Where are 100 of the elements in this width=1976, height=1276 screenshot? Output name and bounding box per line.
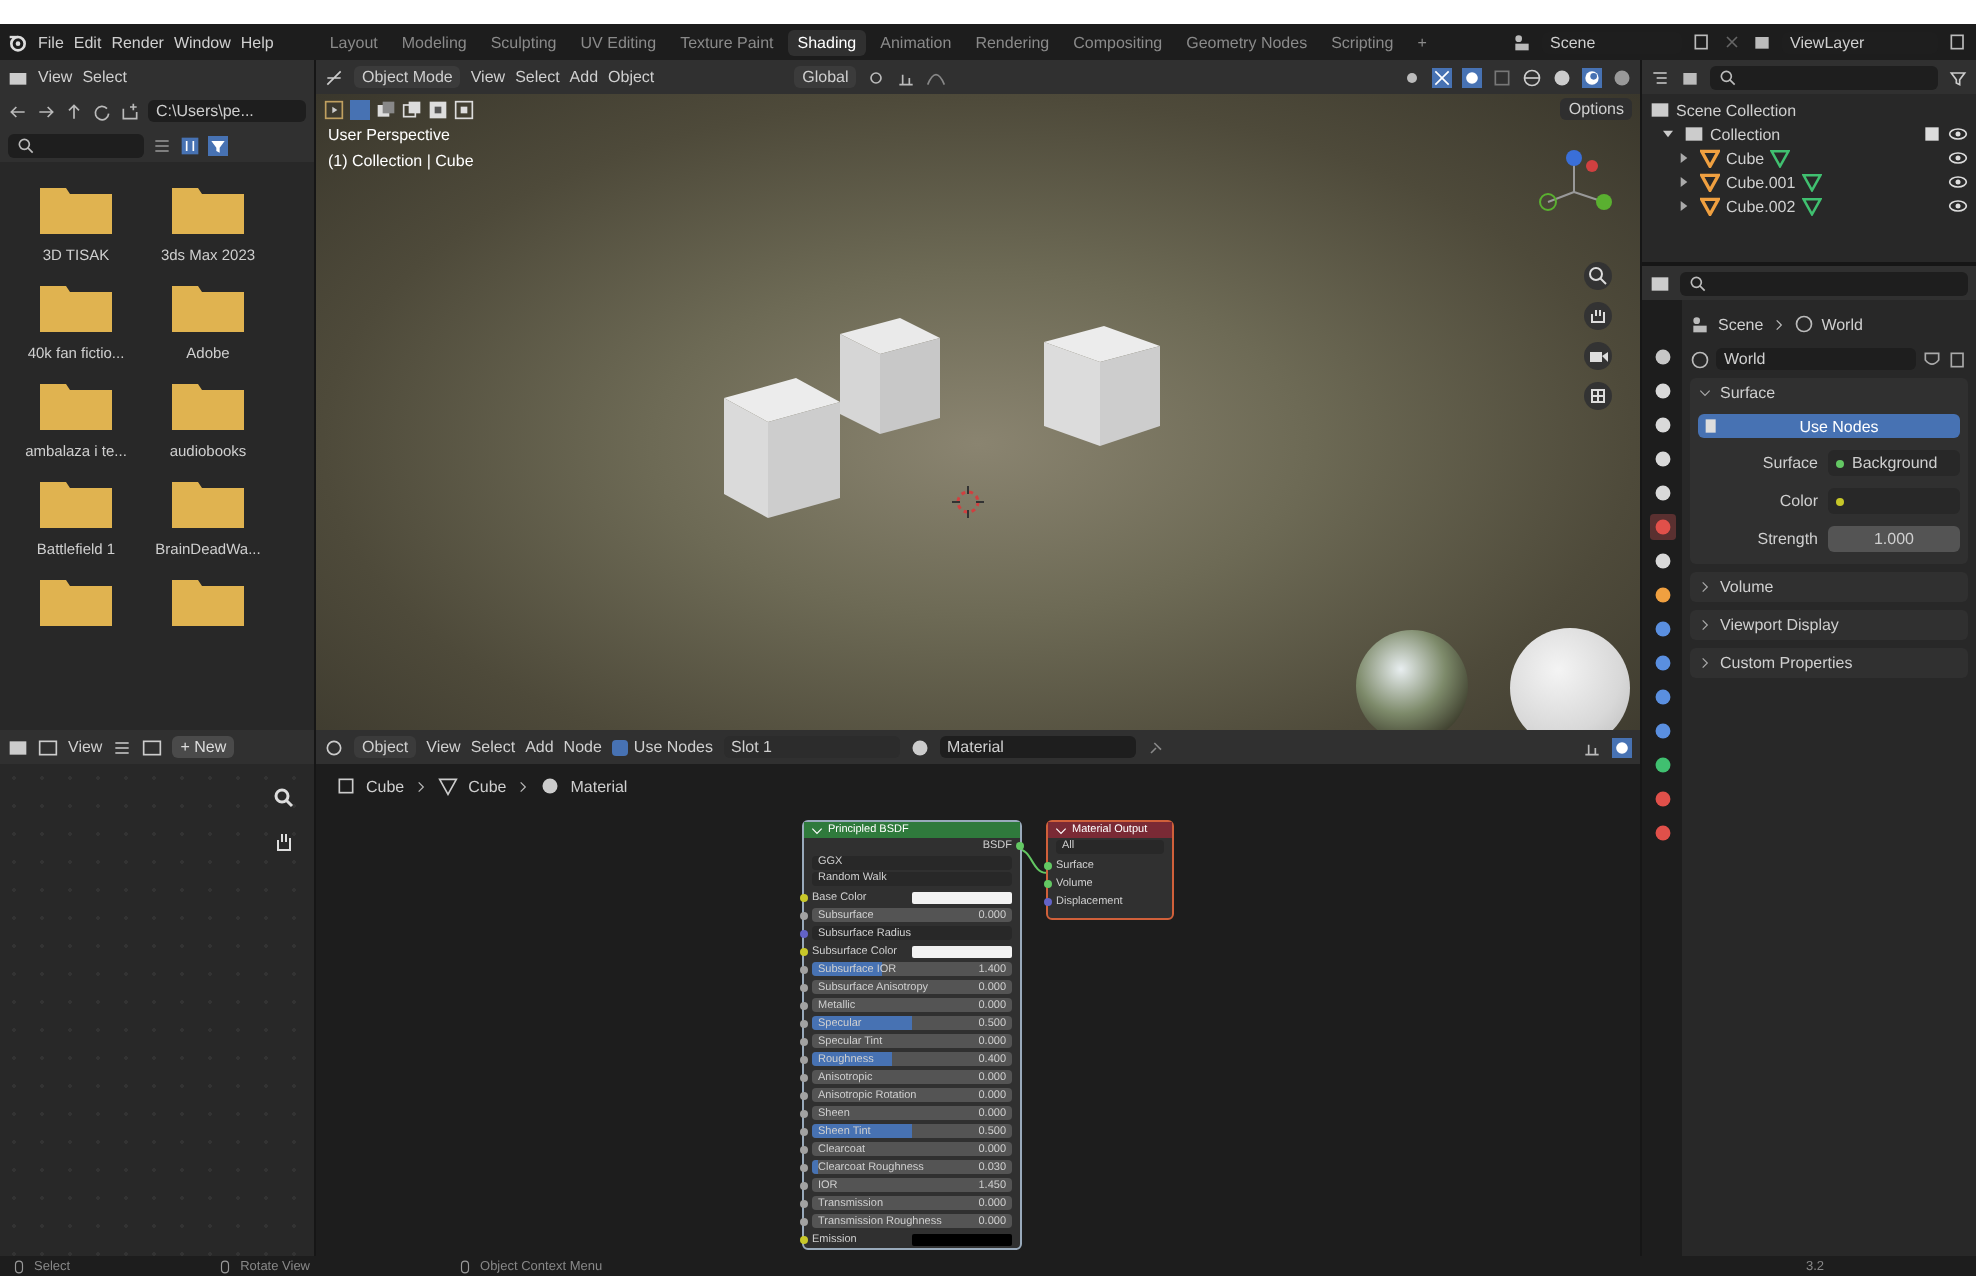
select-extend-icon[interactable] (376, 99, 396, 119)
socket[interactable] (800, 1181, 808, 1189)
socket[interactable] (800, 947, 808, 955)
hand-icon[interactable] (1584, 302, 1612, 330)
folder-icon[interactable] (40, 280, 112, 332)
folder-icon[interactable] (172, 574, 244, 626)
toolbar-toggle-icon[interactable] (324, 99, 344, 119)
list-view-icon[interactable] (152, 135, 172, 155)
menu-item[interactable]: View (38, 68, 73, 86)
folder-icon[interactable] (40, 476, 112, 528)
zoom-icon[interactable] (1584, 262, 1612, 290)
use-nodes-button[interactable]: Use Nodes (1698, 414, 1960, 438)
new-folder-icon[interactable] (120, 101, 140, 121)
image-icon[interactable] (142, 737, 163, 757)
copy-icon[interactable] (1692, 32, 1712, 52)
right-arrow-icon[interactable] (36, 101, 56, 121)
workspace-tab[interactable]: Sculpting (480, 29, 567, 55)
surface-shader-field[interactable]: Background (1828, 450, 1960, 476)
strength-field[interactable]: 1.000 (1828, 526, 1960, 552)
socket[interactable] (800, 1109, 808, 1117)
close-icon[interactable] (1722, 32, 1742, 52)
folder-icon[interactable] (40, 182, 112, 234)
socket[interactable] (800, 893, 808, 901)
folder-icon[interactable] (40, 378, 112, 430)
folder-icon[interactable] (172, 378, 244, 430)
xray-icon[interactable] (1492, 67, 1512, 87)
color-field[interactable] (1828, 488, 1960, 514)
menu-item[interactable]: File (38, 33, 64, 51)
search-field[interactable] (8, 133, 144, 157)
socket[interactable] (1044, 897, 1052, 905)
workspace-tab[interactable]: Scripting (1321, 29, 1404, 55)
menu-item[interactable]: View (68, 738, 103, 756)
socket[interactable] (800, 965, 808, 973)
search-field[interactable] (1710, 65, 1938, 89)
eye-icon[interactable] (1948, 148, 1968, 168)
menu-item[interactable]: Render (111, 33, 164, 51)
path-field[interactable]: C:\Users\pe... (148, 100, 306, 122)
pivot-icon[interactable] (866, 67, 887, 87)
socket[interactable] (800, 1037, 808, 1045)
shield-icon[interactable] (1922, 349, 1942, 369)
socket[interactable] (800, 1001, 808, 1009)
menu-item[interactable]: Add (569, 68, 599, 86)
overlay-icon[interactable] (1462, 67, 1482, 87)
tree-item[interactable]: Collection (1710, 125, 1781, 143)
editor-type-icon[interactable] (324, 67, 344, 87)
rendered-shading-icon[interactable] (1612, 67, 1632, 87)
material-field[interactable]: Material (939, 736, 1135, 758)
socket[interactable] (800, 911, 808, 919)
socket[interactable] (800, 1091, 808, 1099)
color-swatch[interactable] (912, 1233, 1012, 1245)
folder-icon[interactable] (172, 182, 244, 234)
eye-icon[interactable] (1948, 196, 1968, 216)
socket[interactable] (1044, 879, 1052, 887)
socket[interactable] (800, 1073, 808, 1081)
socket[interactable] (800, 1199, 808, 1207)
socket[interactable] (800, 1127, 808, 1135)
panel-header[interactable]: Custom Properties (1690, 648, 1968, 678)
filter-icon[interactable] (1948, 67, 1968, 87)
workspace-tab[interactable]: Texture Paint (670, 29, 784, 55)
slot-dropdown[interactable]: Slot 1 (723, 736, 899, 758)
workspace-tab[interactable]: Rendering (965, 29, 1060, 55)
add-workspace-button[interactable]: + (1407, 29, 1437, 55)
select-subtract-icon[interactable] (402, 99, 422, 119)
use-nodes-checkbox[interactable]: Use Nodes (611, 738, 713, 756)
chevron-icon[interactable] (810, 823, 824, 837)
options-dropdown[interactable]: Options (1560, 98, 1632, 120)
panel-header[interactable]: Surface (1690, 378, 1968, 408)
folder-icon[interactable] (172, 280, 244, 332)
workspace-tab[interactable]: Compositing (1063, 29, 1173, 55)
orientation-dropdown[interactable]: Global (794, 66, 857, 88)
visibility-icon[interactable] (1402, 67, 1422, 87)
menu-item[interactable]: Help (240, 33, 274, 51)
object-type-dropdown[interactable]: Object (354, 736, 417, 758)
refresh-icon[interactable] (92, 101, 112, 121)
world-name-field[interactable]: World (1716, 348, 1916, 370)
workspace-tab[interactable]: Layout (319, 29, 388, 55)
camera-icon[interactable] (1584, 342, 1612, 370)
menu-item[interactable]: Node (563, 738, 602, 756)
pin-icon[interactable] (1145, 737, 1165, 757)
menu-item[interactable]: View (470, 68, 506, 86)
select-invert-icon[interactable] (428, 99, 448, 119)
grid-icon[interactable] (1584, 382, 1612, 410)
socket[interactable] (800, 929, 808, 937)
outliner-icon[interactable] (1650, 67, 1670, 87)
overlay-icon[interactable] (1612, 737, 1632, 757)
tree-item[interactable]: Cube.002 (1726, 197, 1796, 215)
editor-type-icon[interactable] (8, 737, 28, 757)
eye-icon[interactable] (1948, 172, 1968, 192)
menu-icon[interactable] (112, 737, 133, 757)
eye-icon[interactable] (1948, 124, 1968, 144)
material-icon[interactable] (909, 737, 929, 757)
blender-logo-icon[interactable] (8, 32, 28, 52)
socket[interactable] (800, 983, 808, 991)
mode-dropdown[interactable]: Object Mode (354, 66, 461, 88)
tree-item[interactable]: Cube (1726, 149, 1765, 167)
menu-item[interactable]: Object (608, 68, 655, 86)
workspace-tab[interactable]: Geometry Nodes (1176, 29, 1318, 55)
folder-icon[interactable] (172, 476, 244, 528)
zoom-icon[interactable] (270, 784, 298, 812)
workspace-tab[interactable]: Modeling (391, 29, 477, 55)
